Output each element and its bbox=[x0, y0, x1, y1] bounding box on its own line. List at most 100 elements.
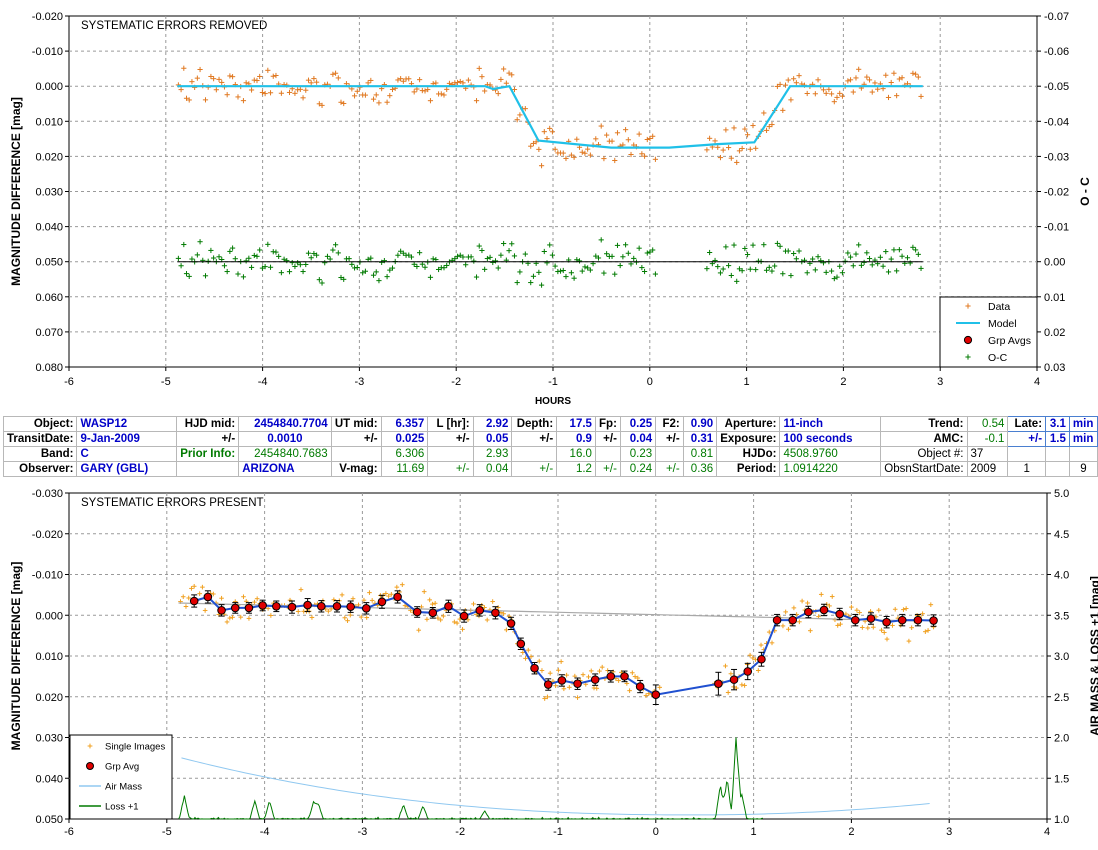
band-label: Band: bbox=[2, 446, 78, 462]
x-tick-label: -6 bbox=[64, 826, 74, 838]
exposure-label: Exposure: bbox=[716, 431, 781, 447]
y-tick-label: 0.010 bbox=[35, 651, 63, 663]
y2-tick-label: 3.5 bbox=[1054, 610, 1069, 622]
group-average-marker bbox=[929, 616, 938, 625]
group-average-marker bbox=[217, 606, 226, 615]
late-error-value: 1.5 bbox=[1045, 431, 1070, 447]
prior-length-value: 2.93 bbox=[472, 446, 513, 462]
x-tick-label: 3 bbox=[946, 826, 952, 838]
obs-start-month: 1 bbox=[1007, 461, 1047, 477]
ut-mid-label: UT mid: bbox=[330, 416, 382, 432]
aperture-label: Aperture: bbox=[716, 416, 781, 432]
transit-date-label: TransitDate: bbox=[2, 431, 78, 447]
hjd-error-value: 0.0010 bbox=[238, 431, 332, 447]
group-average-marker bbox=[258, 601, 267, 610]
exposure-value: 100 seconds bbox=[779, 431, 882, 447]
y-tick-label: 0.050 bbox=[35, 257, 63, 269]
fp-error-value: 0.04 bbox=[619, 431, 657, 447]
late-unit: min bbox=[1068, 416, 1098, 432]
y-tick-label: 0.050 bbox=[35, 814, 63, 826]
chart-systematic-errors-removed: -0.020-0.0100.0000.0100.0200.0300.0400.0… bbox=[9, 11, 1092, 407]
period-label: Period: bbox=[716, 461, 781, 477]
x-tick-label: -3 bbox=[358, 826, 368, 838]
hjd-mid-label: HJD mid: bbox=[176, 416, 240, 432]
pm-label: +/- bbox=[427, 461, 474, 477]
group-average-marker bbox=[189, 596, 199, 606]
y-tick-label: 0.030 bbox=[35, 733, 63, 745]
length-label: L [hr]: bbox=[427, 416, 474, 432]
y2-tick-label: -0.05 bbox=[1044, 81, 1069, 93]
pm-label: +/- bbox=[511, 431, 558, 447]
pm-label: +/- bbox=[511, 461, 558, 477]
y2-tick-label: 3.0 bbox=[1054, 651, 1069, 663]
late-pm-label: +/- bbox=[1007, 431, 1047, 447]
group-average-marker bbox=[244, 603, 254, 613]
group-average-marker bbox=[804, 607, 813, 617]
x-tick-label: -1 bbox=[553, 826, 563, 838]
y2-tick-label: -0.03 bbox=[1044, 151, 1069, 163]
y2-tick-label: 0.03 bbox=[1044, 362, 1065, 374]
hjdo-label: HJDo: bbox=[716, 446, 781, 462]
obs-start-date-label: ObsnStartDate: bbox=[880, 461, 968, 477]
x-tick-label: 1 bbox=[751, 826, 757, 838]
object-value: WASP12 bbox=[76, 416, 178, 432]
depth-error2-value: 1.2 bbox=[556, 461, 596, 477]
f2-error-value: 0.31 bbox=[682, 431, 718, 447]
y2-axis-label: AIR MASS & LOSS +1 [mag] bbox=[1088, 576, 1098, 736]
ut-mid-value: 6.357 bbox=[380, 416, 429, 432]
group-average-marker bbox=[913, 615, 923, 625]
group-average-marker bbox=[835, 609, 844, 619]
y2-tick-label: 5.0 bbox=[1054, 488, 1069, 500]
y-tick-label: 0.020 bbox=[35, 151, 63, 163]
length-error-value: 0.05 bbox=[472, 431, 513, 447]
group-average-marker bbox=[851, 615, 860, 625]
hjd-mid-value: 2454840.7704 bbox=[238, 416, 332, 432]
group-average-marker bbox=[272, 601, 281, 611]
prior-f2-value: 0.81 bbox=[682, 446, 718, 462]
prior-ut-value: 6.306 bbox=[380, 446, 429, 462]
observer-label: Observer: bbox=[2, 461, 78, 477]
pm-label: +/- bbox=[655, 431, 684, 447]
group-average-marker bbox=[428, 608, 438, 618]
aperture-value: 11-inch bbox=[779, 416, 882, 432]
group-average-marker bbox=[303, 600, 312, 610]
y-tick-label: 0.070 bbox=[35, 327, 63, 339]
legend-marker bbox=[963, 335, 973, 345]
y-tick-label: 0.020 bbox=[35, 692, 63, 704]
x-axis-label: HOURS bbox=[535, 396, 571, 407]
legend-label: Loss +1 bbox=[105, 802, 139, 813]
obs-start-year: 2009 bbox=[966, 461, 1009, 477]
chart-title: SYSTEMATIC ERRORS PRESENT bbox=[81, 497, 264, 509]
y-tick-label: 0.040 bbox=[35, 222, 63, 234]
group-average-marker bbox=[620, 672, 629, 681]
ut-error-value: 0.025 bbox=[380, 431, 429, 447]
legend-label: O-C bbox=[988, 352, 1008, 364]
y2-tick-label: -0.01 bbox=[1044, 222, 1069, 234]
y2-tick-label: 1.0 bbox=[1054, 814, 1069, 826]
group-average-marker bbox=[897, 615, 907, 625]
y2-tick-label: 4.5 bbox=[1054, 529, 1069, 541]
group-average-marker bbox=[491, 608, 500, 618]
group-average-marker bbox=[362, 604, 371, 613]
x-tick-label: 0 bbox=[647, 376, 653, 388]
late-label: Late: bbox=[1007, 416, 1047, 432]
observer-value: GARY (GBL) bbox=[76, 461, 178, 477]
y-tick-label: -0.030 bbox=[32, 488, 63, 500]
amc-label: AMC: bbox=[880, 431, 968, 447]
band-value: C bbox=[76, 446, 178, 462]
transit-info-table: Object: WASP12 HJD mid: 2454840.7704 UT … bbox=[2, 416, 1098, 477]
x-tick-label: 0 bbox=[653, 826, 659, 838]
x-tick-label: -6 bbox=[64, 376, 74, 388]
y-tick-label: 0.060 bbox=[35, 292, 63, 304]
group-average-marker bbox=[557, 676, 567, 685]
x-tick-label: 3 bbox=[937, 376, 943, 388]
legend-marker bbox=[86, 762, 94, 770]
group-average-marker bbox=[743, 667, 753, 676]
x-tick-label: -2 bbox=[455, 826, 465, 838]
x-tick-label: -4 bbox=[260, 826, 270, 838]
prior-fp-value: 0.23 bbox=[619, 446, 657, 462]
fp-value: 0.25 bbox=[619, 416, 657, 432]
x-tick-label: -4 bbox=[258, 376, 268, 388]
y2-tick-label: 4.0 bbox=[1054, 570, 1069, 582]
object-label: Object: bbox=[2, 416, 78, 432]
